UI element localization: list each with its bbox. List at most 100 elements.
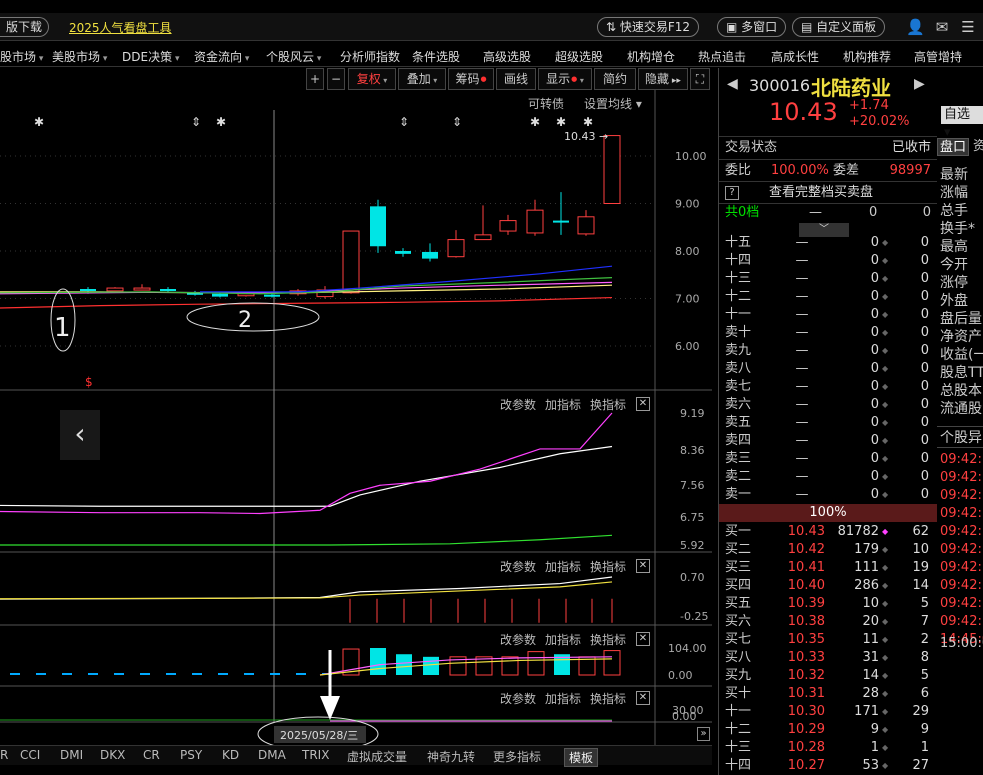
indicator-tab-5[interactable]: PSY <box>180 748 202 762</box>
tab-pankou[interactable]: 盘口 <box>937 138 970 156</box>
ask-label: 卖八 <box>725 361 752 376</box>
tool-overlay[interactable]: 叠加 ▾ <box>398 68 446 90</box>
indicator-tab-0[interactable]: R <box>0 748 8 762</box>
change-param-1[interactable]: 改参数 <box>500 558 536 575</box>
bid-price: 10.29 <box>787 722 825 737</box>
indicator-tab-11[interactable]: 更多指标 <box>493 748 541 765</box>
candle-2 <box>133 284 151 291</box>
indicator-tab-7[interactable]: DMA <box>258 748 286 762</box>
prev-stock-icon[interactable]: ◀ <box>727 76 738 92</box>
bottom-more-arrow[interactable]: » <box>697 727 710 741</box>
add-indicator-2[interactable]: 加指标 <box>545 631 581 648</box>
full-book-row[interactable]: ? 查看完整档买卖盘 <box>719 184 937 202</box>
candle-16 <box>499 214 517 235</box>
diamond-icon: ◆ <box>882 527 889 536</box>
indicator-tab-3[interactable]: DKX <box>100 748 125 762</box>
indicator-tab-12[interactable]: 模板 <box>564 748 599 767</box>
tool-zoom-in[interactable]: + <box>306 68 324 90</box>
window-icon: ▣ <box>726 20 742 34</box>
p2-bars <box>349 598 613 623</box>
switch-indicator-2[interactable]: 换指标 <box>590 631 626 648</box>
ask-label: 卖一 <box>725 487 752 502</box>
ask-label: 卖七 <box>725 379 752 394</box>
bid-label: 十三 <box>725 740 752 755</box>
tool-fuquan[interactable]: 复权 ▾ <box>348 68 396 90</box>
tab-zi[interactable]: 资 <box>973 138 983 156</box>
indicator-tab-10[interactable]: 神奇九转 <box>427 748 475 765</box>
indicator-tab-2[interactable]: DMI <box>60 748 83 762</box>
switch-indicator-0[interactable]: 换指标 <box>590 396 626 413</box>
menu-item-1[interactable]: 美股市场 <box>52 48 107 65</box>
tool-expand[interactable]: ⛶ <box>690 68 710 90</box>
ask-label: 卖六 <box>725 397 752 412</box>
help-icon: ? <box>725 186 739 200</box>
menu-item-9[interactable]: 机构增仓 <box>627 48 675 65</box>
change-value: +1.74 <box>849 98 889 113</box>
status-value: 已收市 <box>891 140 931 155</box>
indicator-tab-1[interactable]: CCI <box>20 748 40 762</box>
ma-setting-link[interactable]: 设置均线 ▾ <box>584 95 642 112</box>
tool-zoom-out[interactable]: − <box>327 68 345 90</box>
tool-expand-label: ⛶ <box>695 72 705 86</box>
mail-icon[interactable]: ✉ <box>933 18 951 36</box>
side-tabs: 盘口 资 <box>937 138 983 156</box>
add-indicator-0[interactable]: 加指标 <box>545 396 581 413</box>
switch-indicator-3[interactable]: 换指标 <box>590 690 626 707</box>
menu-item-3[interactable]: 资金流向 <box>194 48 249 65</box>
indicator-tab-9[interactable]: 虚拟成交量 <box>347 748 407 765</box>
back-arrow-icon[interactable]: ‹ <box>60 410 100 460</box>
quick-trade-button[interactable]: ⇅ 快速交易F12 <box>597 17 700 37</box>
signal-mark-6: ✱ <box>556 115 566 129</box>
next-stock-icon[interactable]: ▶ <box>914 76 925 92</box>
close-panel-0[interactable]: ✕ <box>636 397 650 411</box>
close-panel-3[interactable]: ✕ <box>636 691 650 705</box>
menu-item-4[interactable]: 个股风云 <box>266 48 321 65</box>
tool-chips[interactable]: 筹码 <box>448 68 494 90</box>
add-watch-button[interactable]: 自选 ▾ <box>941 106 983 140</box>
ask-price: — <box>795 325 809 340</box>
menu-icon[interactable]: ☰ <box>959 18 977 36</box>
indicator-tab-6[interactable]: KD <box>222 748 239 762</box>
close-panel-2[interactable]: ✕ <box>636 632 650 646</box>
change-param-2[interactable]: 改参数 <box>500 631 536 648</box>
annotations: ✱ ⇕ ✱ ⇕ ⇕ ✱ ✱ ✱10.43 →1 2$2025/05/28/三 <box>34 115 608 752</box>
menu-item-12[interactable]: 机构推荐 <box>843 48 891 65</box>
tool-draw[interactable]: 画线 <box>496 68 536 90</box>
menu-item-0[interactable]: 股市场 <box>0 48 43 65</box>
close-panel-1[interactable]: ✕ <box>636 559 650 573</box>
side-trades-title: 个股异 <box>937 426 983 448</box>
download-button[interactable]: 版下载 <box>0 17 50 37</box>
add-indicator-1[interactable]: 加指标 <box>545 558 581 575</box>
tool-display[interactable]: 显示 ▾ <box>538 68 592 90</box>
hot-tool-link[interactable]: 2025人气看盘工具 <box>69 19 172 36</box>
menu-item-6[interactable]: 条件选股 <box>412 48 460 65</box>
indicator-tab-4[interactable]: CR <box>143 748 160 762</box>
menu-item-13[interactable]: 高管增持 <box>914 48 962 65</box>
convertible-link[interactable]: 可转债 <box>528 95 564 112</box>
menu-item-10[interactable]: 热点追击 <box>698 48 746 65</box>
switch-indicator-1[interactable]: 换指标 <box>590 558 626 575</box>
indicator-tab-8[interactable]: TRIX <box>302 748 329 762</box>
multi-window-button[interactable]: ▣ 多窗口 <box>717 17 787 37</box>
menu-item-5[interactable]: 分析师指数 <box>340 48 400 65</box>
add-indicator-3[interactable]: 加指标 <box>545 690 581 707</box>
change-param-0[interactable]: 改参数 <box>500 396 536 413</box>
tool-simple[interactable]: 简约 <box>594 68 636 90</box>
menu-item-2[interactable]: DDE决策 <box>122 48 179 65</box>
user-icon[interactable]: 👤 <box>906 18 925 36</box>
quote-panel: ◀ 300016 北陆药业 ▶ 10.43 +1.74 +20.02% 自选 ▾ … <box>718 68 983 775</box>
menu-item-8[interactable]: 超级选股 <box>555 48 603 65</box>
tool-hide[interactable]: 隐藏 ▸▸ <box>638 68 688 90</box>
custom-panel-button[interactable]: ▤ 自定义面板 <box>792 17 886 37</box>
diamond-icon: ◆ <box>882 238 889 247</box>
signal-mark-2: ✱ <box>216 115 226 129</box>
tool-hide-label: 隐藏 <box>645 72 670 86</box>
bid-volume: 11 <box>862 632 879 647</box>
change-param-3[interactable]: 改参数 <box>500 690 536 707</box>
bid-row-13: 十四 10.27 53 ◆ 27 <box>719 757 937 775</box>
menu-item-7[interactable]: 高级选股 <box>483 48 531 65</box>
bid-volume: 111 <box>854 560 879 575</box>
bid-count: 14 <box>912 578 929 593</box>
status-label: 交易状态 <box>725 140 778 155</box>
menu-item-11[interactable]: 高成长性 <box>771 48 819 65</box>
